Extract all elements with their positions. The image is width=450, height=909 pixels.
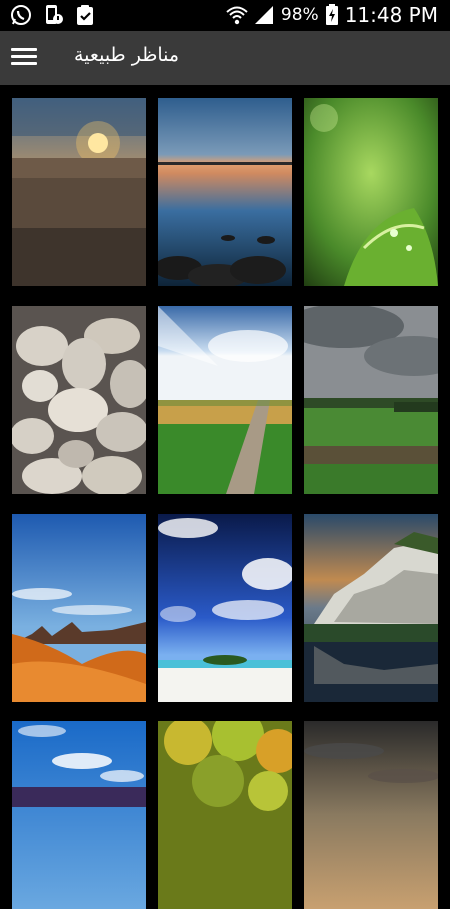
signal-icon	[253, 4, 275, 26]
wallpaper-thumbnail[interactable]	[158, 306, 292, 494]
clock: 11:48 PM	[344, 3, 438, 27]
battery-charging-icon	[325, 4, 339, 26]
wallpaper-thumbnail[interactable]	[304, 306, 438, 494]
wallpaper-thumbnail[interactable]	[158, 98, 292, 286]
wallpaper-thumbnail[interactable]	[304, 721, 438, 909]
wallpaper-thumbnail[interactable]	[12, 306, 146, 494]
wifi-icon	[225, 4, 248, 26]
wallpaper-thumbnail[interactable]	[12, 514, 146, 702]
wallpaper-grid	[0, 85, 450, 909]
status-bar: 98% 11:48 PM	[0, 0, 450, 31]
wallpaper-thumbnail[interactable]	[304, 98, 438, 286]
whatsapp-icon	[10, 4, 32, 26]
clipboard-check-icon	[74, 4, 96, 26]
wallpaper-thumbnail[interactable]	[304, 514, 438, 702]
wallpaper-thumbnail[interactable]	[158, 514, 292, 702]
battery-percent: 98%	[280, 5, 319, 25]
wallpaper-thumbnail[interactable]	[158, 721, 292, 909]
wallpaper-thumbnail[interactable]	[12, 721, 146, 909]
hamburger-menu-icon[interactable]	[11, 48, 39, 68]
phone-alert-icon	[42, 4, 64, 26]
wallpaper-thumbnail[interactable]	[12, 98, 146, 286]
app-bar: مناظر طبيعية	[0, 31, 450, 85]
page-title: مناظر طبيعية	[74, 44, 180, 66]
